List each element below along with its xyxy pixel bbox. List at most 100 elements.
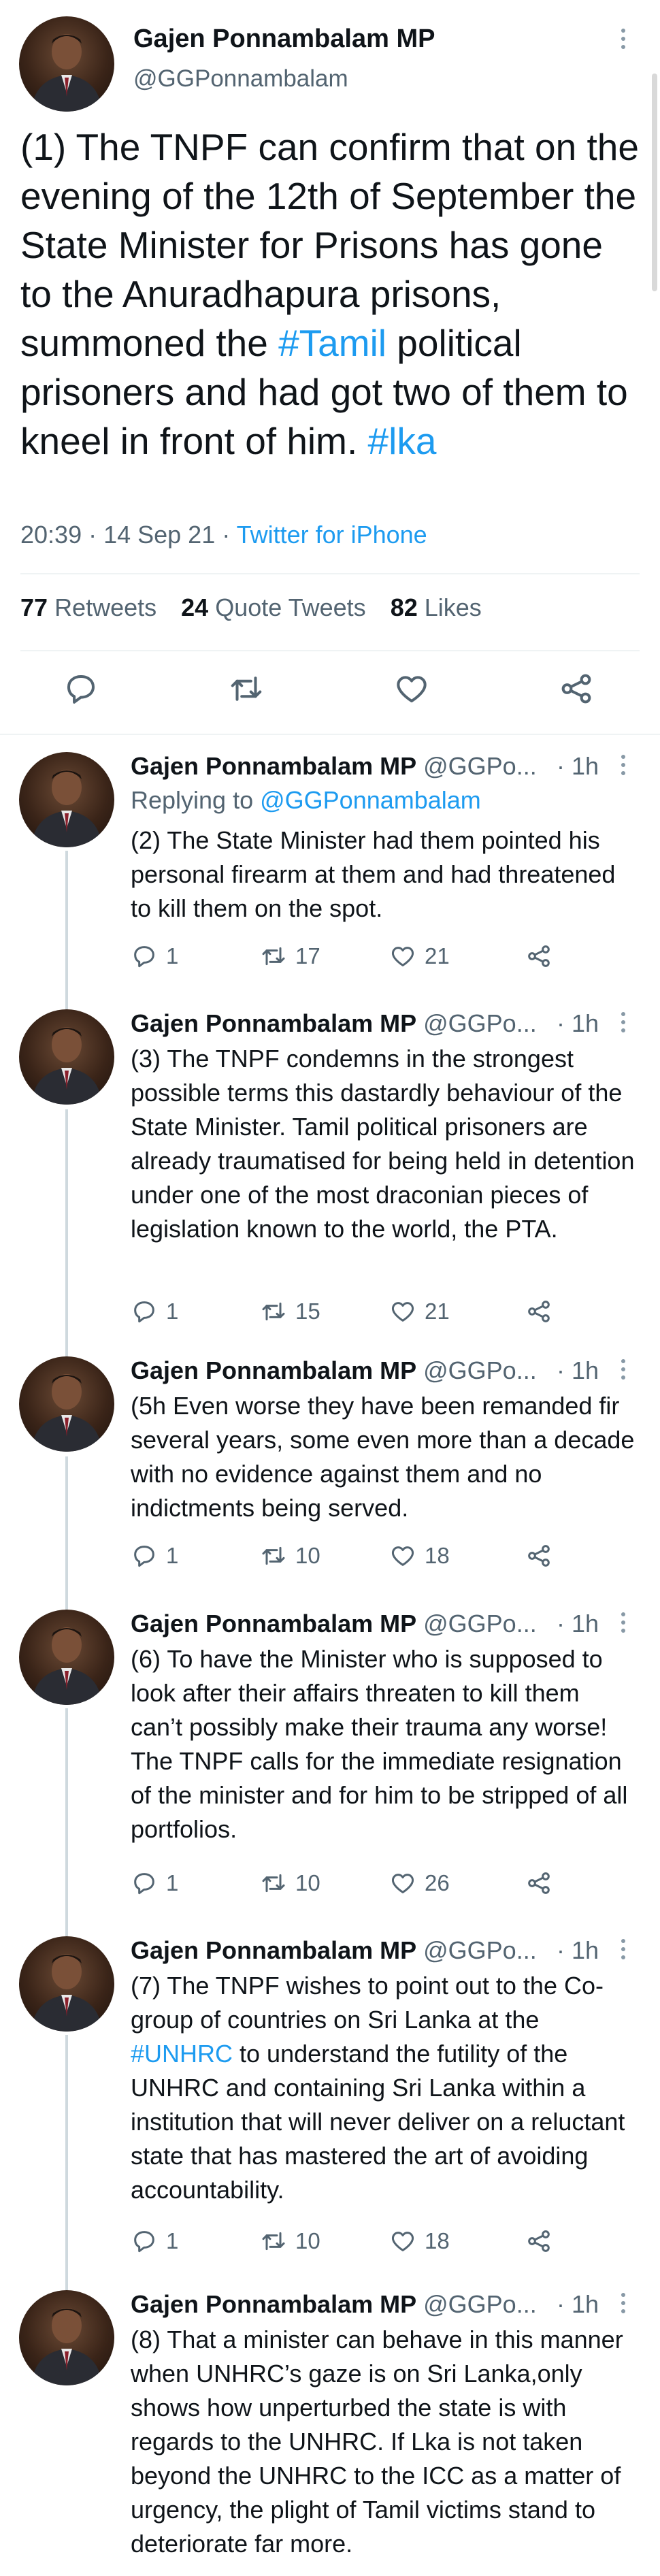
likes-count: 82	[390, 593, 418, 621]
reply-icon	[134, 2231, 154, 2253]
retweet-button[interactable]: 10	[260, 1542, 320, 1569]
replying-prefix: Replying to	[131, 786, 261, 814]
retweet-count: 15	[295, 1299, 320, 1324]
hashtag-unhrc-link[interactable]: #UNHRC	[131, 2040, 233, 2068]
like-button[interactable]: 26	[389, 1870, 450, 1897]
reply-actions: 1 10 18	[131, 2228, 593, 2262]
reply-count: 1	[166, 943, 179, 968]
likes-label: Likes	[424, 593, 482, 621]
reply-icon	[134, 1301, 154, 1323]
retweet-button[interactable]: 10	[260, 1870, 320, 1897]
reply-icon	[134, 1873, 154, 1895]
author-name[interactable]: Gajen Ponnambalam MP	[131, 1936, 416, 1964]
quote-label: Quote Tweets	[215, 593, 366, 621]
author-avatar[interactable]	[19, 752, 114, 847]
more-options-icon[interactable]	[619, 1939, 627, 1959]
retweets-stat[interactable]: 77 Retweets	[20, 593, 156, 621]
more-options-icon[interactable]	[619, 755, 627, 775]
reply-button[interactable]: 1	[131, 1298, 178, 1325]
reply-count: 1	[166, 2228, 179, 2253]
tweet-actions	[0, 664, 660, 718]
retweet-icon	[262, 1546, 285, 1565]
divider	[0, 734, 660, 735]
author-name[interactable]: Gajen Ponnambalam MP	[131, 1009, 416, 1037]
author-handle[interactable]: @GGPo...	[423, 1936, 537, 1964]
likes-stat[interactable]: 82 Likes	[391, 593, 482, 621]
retweet-button[interactable]: 10	[260, 2228, 320, 2255]
share-button[interactable]	[525, 1298, 552, 1325]
reply-icon[interactable]	[63, 670, 103, 711]
hashtag-tamil-link[interactable]: #Tamil	[278, 322, 386, 364]
reply-button[interactable]: 1	[131, 1870, 178, 1897]
source-link[interactable]: Twitter for iPhone	[237, 521, 427, 549]
more-options-icon[interactable]	[619, 1012, 627, 1032]
author-handle[interactable]: @GGPonnambalam	[133, 65, 348, 93]
hashtag-lka-link[interactable]: #lka	[368, 420, 437, 462]
author-name[interactable]: Gajen Ponnambalam MP	[131, 2290, 416, 2318]
like-button[interactable]: 18	[389, 1542, 450, 1569]
reply-count: 1	[166, 1870, 179, 1895]
share-button[interactable]	[525, 1542, 552, 1569]
share-button[interactable]	[525, 943, 552, 970]
like-button[interactable]: 18	[389, 2228, 450, 2255]
share-icon[interactable]	[558, 670, 599, 711]
reply-count: 1	[166, 1299, 179, 1324]
retweet-count: 17	[295, 943, 320, 968]
reply-actions: 1 15 21	[131, 1298, 593, 1332]
like-count: 18	[425, 1543, 450, 1568]
author-avatar[interactable]	[19, 1356, 114, 1452]
scrollbar[interactable]	[652, 74, 657, 291]
author-handle[interactable]: @GGPo...	[423, 752, 537, 780]
author-name[interactable]: Gajen Ponnambalam MP	[131, 1356, 416, 1384]
timestamp[interactable]: 20:39 · 14 Sep 21 ·	[20, 521, 237, 549]
timestamp[interactable]: · 1h	[554, 1356, 599, 1385]
timestamp[interactable]: · 1h	[554, 1610, 599, 1638]
timestamp[interactable]: · 1h	[554, 1936, 599, 1965]
reply-text-part: (7) The TNPF wishes to point out to the …	[131, 1972, 604, 2034]
author-avatar[interactable]	[19, 1610, 114, 1705]
thread-line	[65, 851, 68, 1011]
share-button[interactable]	[525, 2228, 552, 2255]
author-avatar[interactable]	[19, 1009, 114, 1105]
like-button[interactable]: 21	[389, 943, 450, 970]
share-icon	[528, 1301, 550, 1322]
author-avatar[interactable]	[19, 16, 114, 112]
like-count: 18	[425, 2228, 450, 2253]
retweets-count: 77	[20, 593, 48, 621]
reply-button[interactable]: 1	[131, 2228, 178, 2255]
retweet-count: 10	[295, 1870, 320, 1895]
reply-button[interactable]: 1	[131, 943, 178, 970]
retweet-button[interactable]: 15	[260, 1298, 320, 1325]
timestamp[interactable]: · 1h	[554, 2290, 599, 2319]
more-options-icon[interactable]	[619, 29, 627, 49]
share-icon	[528, 945, 550, 967]
replying-to: Replying to @GGPonnambalam	[131, 786, 481, 815]
reply-text: (3) The TNPF condemns in the strongest p…	[131, 1045, 635, 1243]
more-options-icon[interactable]	[619, 1612, 627, 1633]
retweet-icon[interactable]	[228, 670, 269, 711]
retweet-icon	[262, 1302, 285, 1321]
author-avatar[interactable]	[19, 2290, 114, 2385]
author-handle[interactable]: @GGPo...	[423, 1610, 537, 1637]
retweet-icon	[262, 1874, 285, 1893]
author-name[interactable]: Gajen Ponnambalam MP	[131, 752, 416, 780]
like-count: 26	[425, 1870, 450, 1895]
like-button[interactable]: 21	[389, 1298, 450, 1325]
author-name[interactable]: Gajen Ponnambalam MP	[131, 1610, 416, 1637]
retweet-button[interactable]: 17	[260, 943, 320, 970]
timestamp[interactable]: · 1h	[554, 752, 599, 781]
author-handle[interactable]: @GGPo...	[423, 1009, 537, 1037]
more-options-icon[interactable]	[619, 2293, 627, 2313]
author-handle[interactable]: @GGPo...	[423, 2290, 537, 2318]
quote-tweets-stat[interactable]: 24 Quote Tweets	[181, 593, 366, 621]
like-icon[interactable]	[393, 670, 434, 711]
share-button[interactable]	[525, 1870, 552, 1897]
author-name[interactable]: Gajen Ponnambalam MP	[133, 25, 435, 54]
reply-button[interactable]: 1	[131, 1542, 178, 1569]
reply-icon	[134, 1546, 154, 1567]
timestamp[interactable]: · 1h	[554, 1009, 599, 1038]
author-avatar[interactable]	[19, 1936, 114, 2032]
more-options-icon[interactable]	[619, 1359, 627, 1380]
author-handle[interactable]: @GGPo...	[423, 1356, 537, 1384]
replying-to-link[interactable]: @GGPonnambalam	[260, 786, 481, 814]
